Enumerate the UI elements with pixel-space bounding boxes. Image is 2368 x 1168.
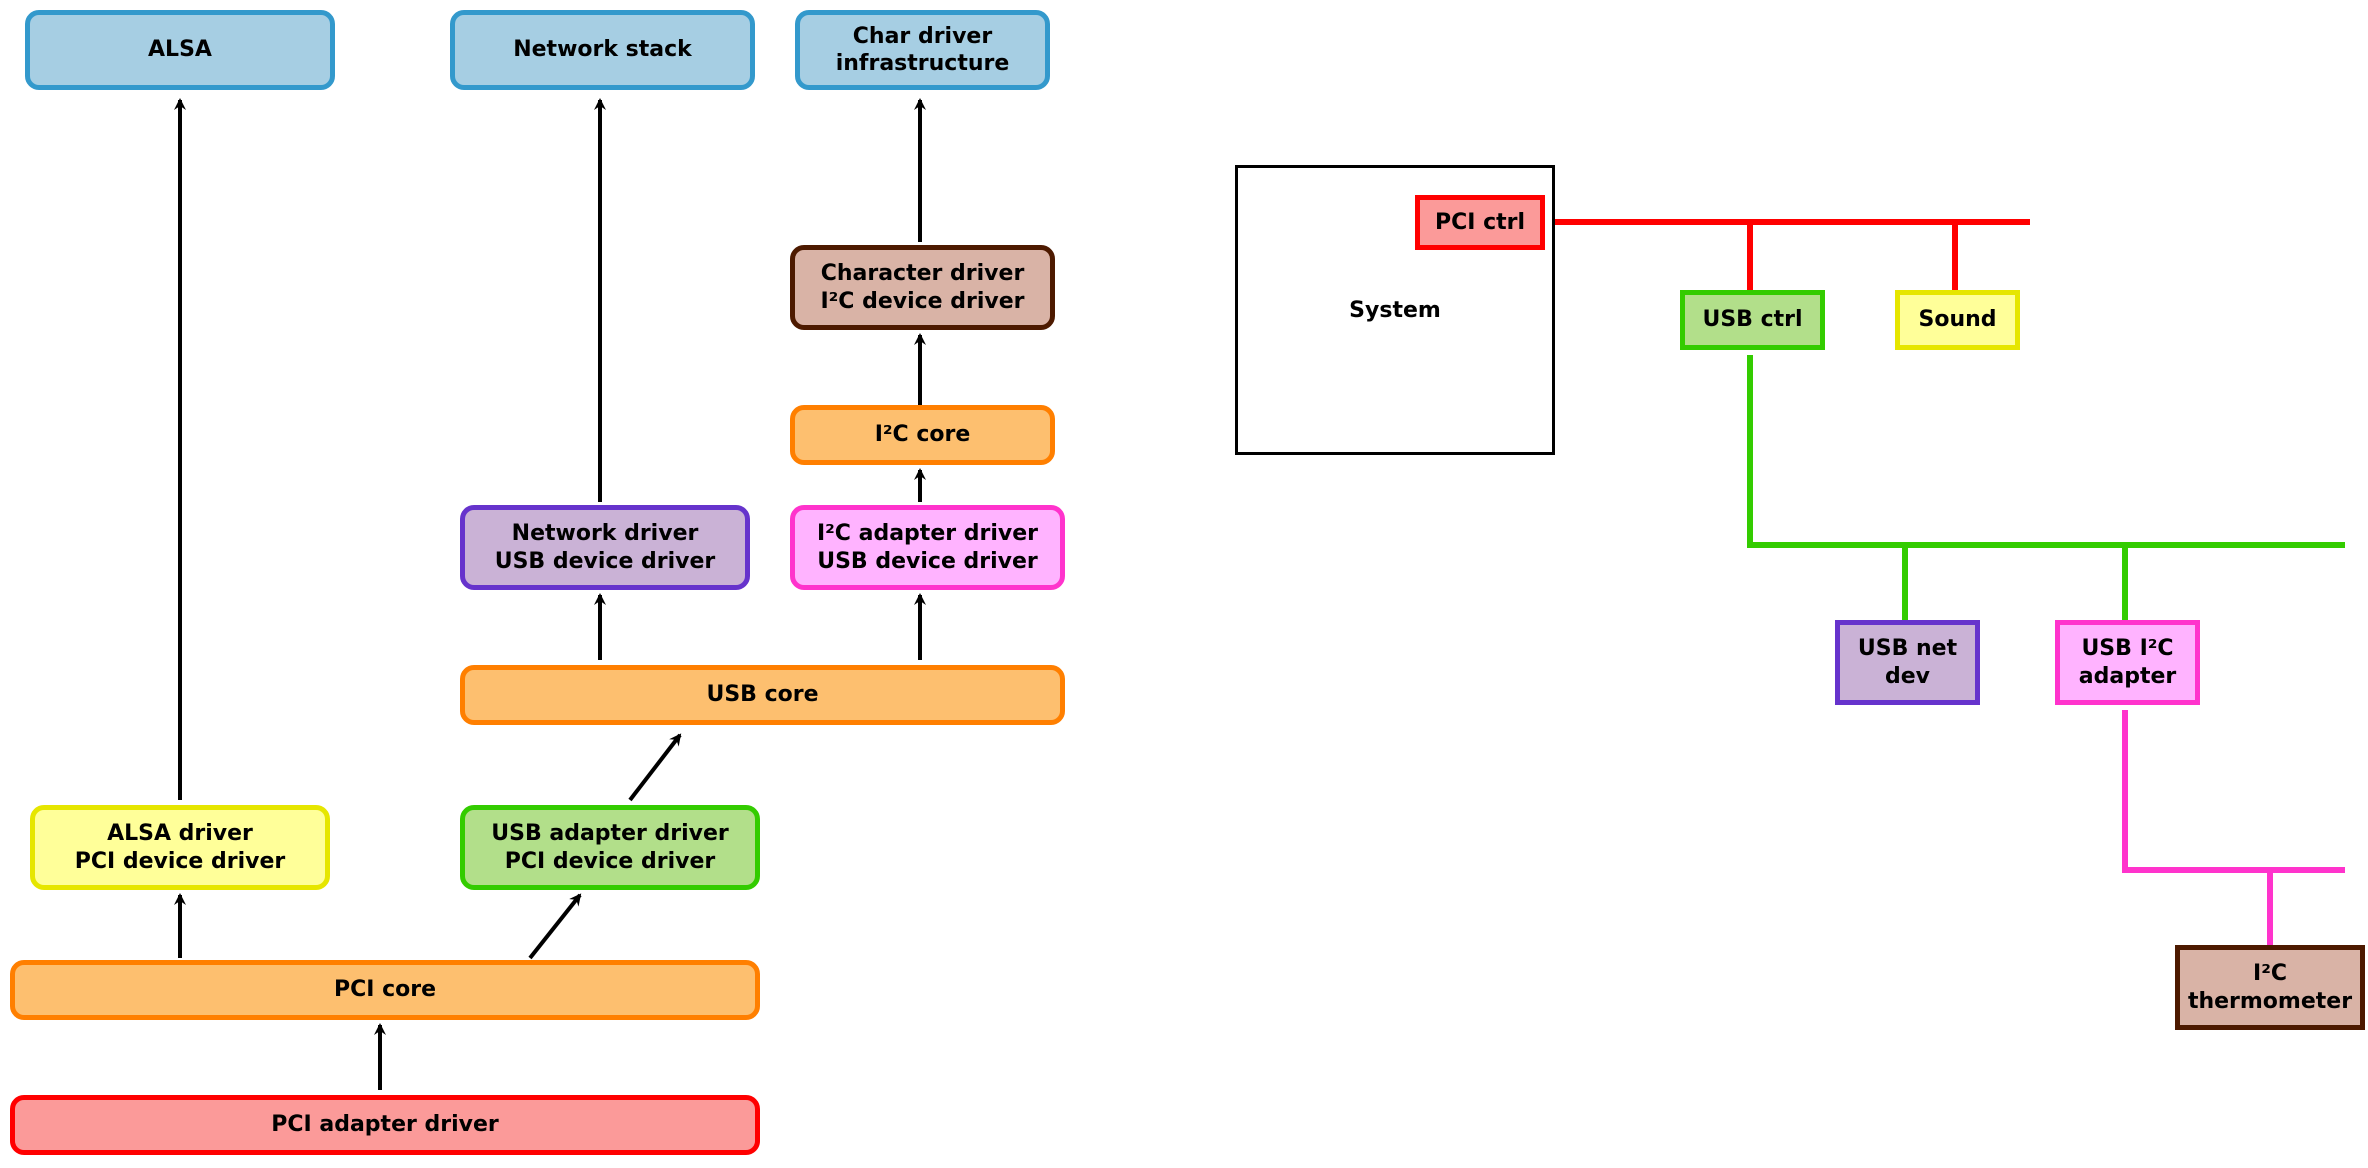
char-infra-label-2: infrastructure: [836, 50, 1010, 78]
pci-adapter-driver-box: PCI adapter driver: [10, 1095, 760, 1155]
usb-ctrl-box: USB ctrl: [1680, 290, 1825, 350]
i2cadapter-label-1: I²C adapter driver: [817, 520, 1038, 548]
usb-core-box: USB core: [460, 665, 1065, 725]
network-stack-box: Network stack: [450, 10, 755, 90]
alsa-label: ALSA: [148, 36, 212, 64]
alsadrv-label-1: ALSA driver: [107, 820, 253, 848]
i2c-adapter-driver-box: I²C adapter driver USB device driver: [790, 505, 1065, 590]
pci-ctrl-label: PCI ctrl: [1435, 209, 1525, 237]
character-driver-box: Character driver I²C device driver: [790, 245, 1055, 330]
network-driver-box: Network driver USB device driver: [460, 505, 750, 590]
usb-adapter-driver-box: USB adapter driver PCI device driver: [460, 805, 760, 890]
chardrv-label-1: Character driver: [821, 260, 1025, 288]
i2ctherm-label-1: I²C: [2253, 960, 2287, 988]
network-stack-label: Network stack: [513, 36, 692, 64]
pci-core-box: PCI core: [10, 960, 760, 1020]
netdrv-label-2: USB device driver: [495, 548, 716, 576]
sound-box: Sound: [1895, 290, 2020, 350]
i2cadapter-label-2: USB device driver: [817, 548, 1038, 576]
i2ctherm-label-2: thermometer: [2188, 988, 2352, 1016]
sound-label: Sound: [1918, 306, 1996, 334]
netdrv-label-1: Network driver: [512, 520, 699, 548]
alsa-driver-box: ALSA driver PCI device driver: [30, 805, 330, 890]
usbadapter-label-1: USB adapter driver: [491, 820, 729, 848]
pci-adapter-label: PCI adapter driver: [271, 1111, 499, 1139]
usb-core-label: USB core: [706, 681, 818, 709]
i2c-core-box: I²C core: [790, 405, 1055, 465]
usbi2c-label-2: adapter: [2079, 663, 2176, 691]
usbnet-label-2: dev: [1885, 663, 1930, 691]
chardrv-label-2: I²C device driver: [820, 288, 1024, 316]
i2c-core-label: I²C core: [875, 421, 971, 449]
alsa-box: ALSA: [25, 10, 335, 90]
i2c-thermometer-box: I²C thermometer: [2175, 945, 2365, 1030]
usb-ctrl-label: USB ctrl: [1702, 306, 1802, 334]
pci-ctrl-box: PCI ctrl: [1415, 195, 1545, 250]
pci-core-label: PCI core: [334, 976, 436, 1004]
char-driver-infra-box: Char driver infrastructure: [795, 10, 1050, 90]
alsadrv-label-2: PCI device driver: [75, 848, 286, 876]
usbadapter-label-2: PCI device driver: [505, 848, 716, 876]
system-label: System: [1349, 298, 1441, 323]
usbi2c-label-1: USB I²C: [2081, 635, 2173, 663]
usb-net-dev-box: USB net dev: [1835, 620, 1980, 705]
usb-i2c-adapter-box: USB I²C adapter: [2055, 620, 2200, 705]
char-infra-label-1: Char driver: [853, 23, 992, 51]
usbnet-label-1: USB net: [1858, 635, 1957, 663]
